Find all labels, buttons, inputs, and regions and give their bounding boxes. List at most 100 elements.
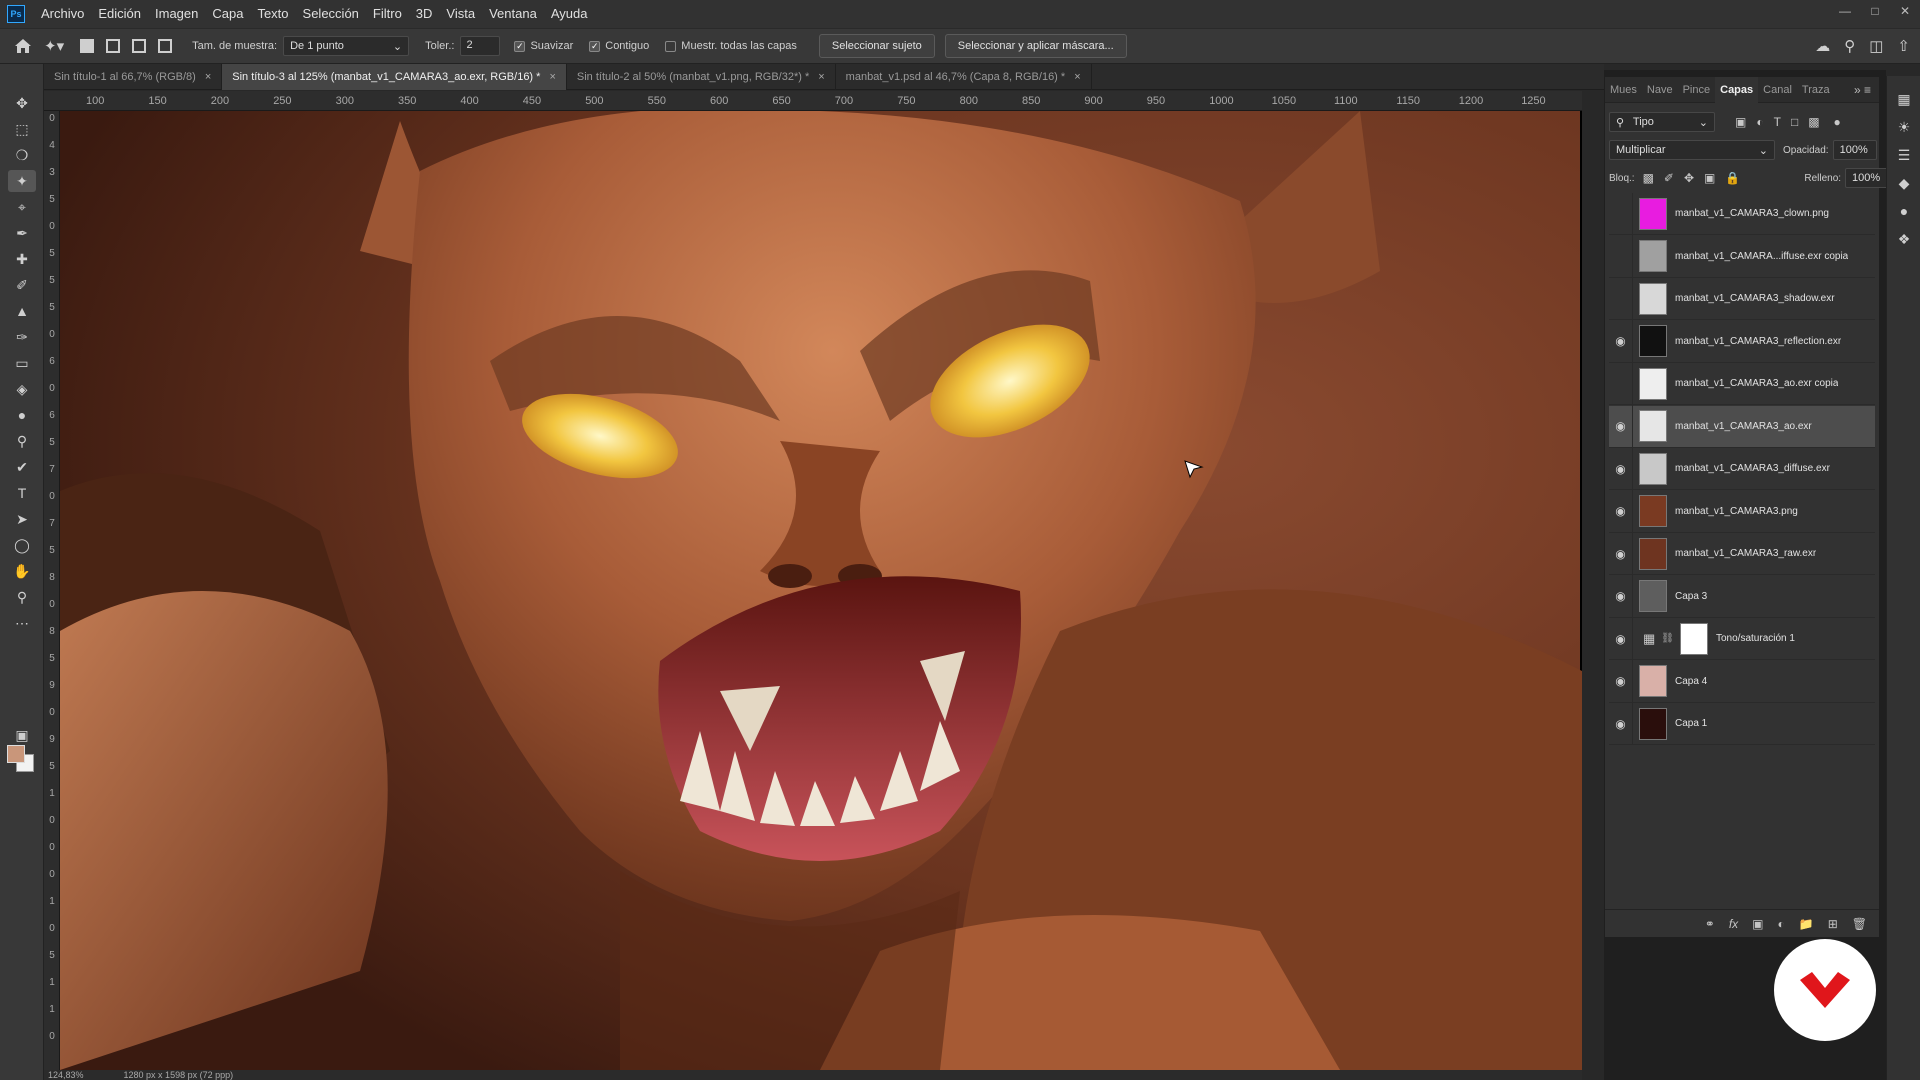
sample-all-layers-checkbox[interactable]: Muestr. todas las capas: [665, 40, 797, 52]
search-icon[interactable]: ⚲: [1844, 37, 1855, 55]
filter-smart-object-icon[interactable]: ▩: [1808, 115, 1819, 129]
dodge-tool-icon[interactable]: ⚲: [8, 430, 36, 452]
layer-name[interactable]: Capa 3: [1675, 591, 1707, 602]
close-tab-icon[interactable]: ×: [818, 71, 824, 83]
eye-icon[interactable]: ◉: [1609, 660, 1633, 702]
paint-bucket-tool-icon[interactable]: ◈: [8, 378, 36, 400]
menu-item[interactable]: Edición: [91, 0, 148, 28]
layer-thumbnail[interactable]: [1639, 495, 1667, 527]
layer-thumbnail[interactable]: [1639, 240, 1667, 272]
layer-name[interactable]: Capa 1: [1675, 718, 1707, 729]
layer-thumbnail[interactable]: [1639, 367, 1667, 400]
libraries-icon[interactable]: ▦: [1895, 90, 1913, 108]
menu-item[interactable]: Ventana: [482, 0, 544, 28]
layer-row[interactable]: ◉ manbat_v1_CAMARA3_reflection.exr: [1609, 320, 1875, 363]
panel-tab[interactable]: Capas: [1715, 76, 1759, 103]
channels-icon[interactable]: ●: [1895, 202, 1913, 220]
layer-row[interactable]: ◉ manbat_v1_CAMARA3_raw.exr: [1609, 532, 1875, 575]
document-tab[interactable]: Sin título-3 al 125% (manbat_v1_CAMARA3_…: [222, 64, 567, 90]
eyedropper-tool-icon[interactable]: ✒: [8, 222, 36, 244]
layer-name[interactable]: manbat_v1_CAMARA3_reflection.exr: [1675, 336, 1841, 347]
eye-icon[interactable]: ◉: [1609, 405, 1633, 447]
layer-name[interactable]: manbat_v1_CAMARA3_ao.exr copia: [1675, 378, 1838, 389]
layer-row[interactable]: manbat_v1_CAMARA...iffuse.exr copia: [1609, 235, 1875, 278]
spot-healing-tool-icon[interactable]: ✚: [8, 248, 36, 270]
layers-icon[interactable]: ◆: [1895, 174, 1913, 192]
filter-type-icon[interactable]: T: [1774, 115, 1781, 129]
foreground-color-swatch[interactable]: [7, 745, 25, 763]
document-canvas[interactable]: [60, 111, 1582, 1070]
intersect-selection-icon[interactable]: [158, 39, 173, 53]
menu-item[interactable]: Vista: [439, 0, 482, 28]
layer-row[interactable]: manbat_v1_CAMARA3_ao.exr copia: [1609, 362, 1875, 405]
tolerance-input[interactable]: 2: [460, 36, 501, 56]
zoom-tool-icon[interactable]: ⚲: [8, 586, 36, 608]
layer-row[interactable]: ◉ Capa 1: [1609, 702, 1875, 745]
panel-menu-icon[interactable]: » ≡: [1854, 83, 1871, 97]
layer-name[interactable]: manbat_v1_CAMARA3_diffuse.exr: [1675, 463, 1830, 474]
layer-row[interactable]: ◉ Capa 3: [1609, 575, 1875, 618]
layer-row[interactable]: ◉ ▦ ⛓ Tono/saturación 1: [1609, 617, 1875, 660]
menu-item[interactable]: Archivo: [34, 0, 91, 28]
delete-layer-icon[interactable]: 🗑: [1852, 917, 1867, 931]
lasso-tool-icon[interactable]: ❍: [8, 144, 36, 166]
panel-tab[interactable]: Mues: [1605, 77, 1642, 103]
eye-icon[interactable]: ◉: [1609, 617, 1633, 660]
menu-item[interactable]: Imagen: [148, 0, 205, 28]
eye-hidden-icon[interactable]: [1609, 192, 1633, 235]
layer-name[interactable]: manbat_v1_CAMARA3_ao.exr: [1675, 421, 1812, 432]
subtract-selection-icon[interactable]: [132, 39, 147, 53]
magic-wand-tool-icon[interactable]: ✦: [8, 170, 36, 192]
hand-tool-icon[interactable]: ✋: [8, 560, 36, 582]
menu-item[interactable]: Texto: [250, 0, 295, 28]
panel-tab[interactable]: Pince: [1678, 77, 1716, 103]
document-tab[interactable]: Sin título-1 al 66,7% (RGB/8) ×: [44, 64, 223, 90]
layer-thumbnail[interactable]: [1639, 580, 1667, 612]
close-tab-icon[interactable]: ×: [205, 71, 211, 83]
eye-icon[interactable]: ◉: [1609, 702, 1633, 745]
maximize-icon[interactable]: □: [1860, 0, 1890, 22]
layer-row[interactable]: manbat_v1_CAMARA3_shadow.exr: [1609, 277, 1875, 320]
lock-artboard-icon[interactable]: ▣: [1704, 171, 1715, 185]
menu-item[interactable]: Selección: [296, 0, 366, 28]
brush-tool-icon[interactable]: ✐: [8, 274, 36, 296]
lock-transparent-icon[interactable]: ▩: [1643, 171, 1654, 185]
layer-row[interactable]: ◉ manbat_v1_CAMARA3.png: [1609, 490, 1875, 533]
layer-thumbnail[interactable]: [1639, 325, 1667, 357]
layer-name[interactable]: Capa 4: [1675, 676, 1707, 687]
share-icon[interactable]: ⇧: [1897, 37, 1910, 55]
lock-position-icon[interactable]: ✥: [1684, 171, 1694, 185]
panel-tab[interactable]: Nave: [1642, 77, 1678, 103]
horizontal-ruler[interactable]: 100 150 200 250 300 350 400 450 500 550 600 650 700 7…: [44, 91, 1582, 111]
history-brush-tool-icon[interactable]: ✑: [8, 326, 36, 348]
filter-shape-icon[interactable]: □: [1791, 115, 1798, 129]
layer-filter-select[interactable]: ⚲ Tipo ⌄: [1609, 112, 1715, 132]
close-tab-icon[interactable]: ×: [549, 71, 555, 83]
antialias-checkbox[interactable]: ✓ Suavizar: [514, 40, 573, 52]
clone-stamp-tool-icon[interactable]: ▲: [8, 300, 36, 322]
quick-mask-icon[interactable]: ▣: [8, 724, 36, 746]
layer-row[interactable]: ◉ Capa 4: [1609, 660, 1875, 703]
lock-all-icon[interactable]: 🔒: [1725, 171, 1740, 185]
menu-item[interactable]: Filtro: [366, 0, 409, 28]
fill-input[interactable]: 100%: [1845, 168, 1890, 188]
layer-style-icon[interactable]: fx: [1729, 917, 1738, 931]
photoshop-logo[interactable]: Ps: [7, 5, 25, 23]
more-tools-icon[interactable]: ⋯: [8, 612, 36, 634]
menu-item[interactable]: Capa: [205, 0, 250, 28]
layer-thumbnail[interactable]: [1680, 622, 1708, 655]
opacity-input[interactable]: 100%: [1832, 140, 1877, 160]
new-adjustment-icon[interactable]: ◐: [1778, 917, 1785, 931]
add-selection-icon[interactable]: [106, 39, 121, 53]
paths-icon[interactable]: ❖: [1895, 230, 1913, 248]
close-tab-icon[interactable]: ×: [1074, 71, 1080, 83]
eye-icon[interactable]: ◉: [1609, 490, 1633, 532]
close-icon[interactable]: ✕: [1890, 0, 1920, 22]
link-layers-icon[interactable]: ⚭: [1705, 917, 1715, 931]
cloud-docs-icon[interactable]: ☁: [1815, 37, 1830, 55]
workspace-icon[interactable]: ◫: [1869, 37, 1883, 55]
eraser-tool-icon[interactable]: ▭: [8, 352, 36, 374]
document-tab[interactable]: manbat_v1.psd al 46,7% (Capa 8, RGB/16) …: [836, 64, 1092, 90]
layer-name[interactable]: manbat_v1_CAMARA3_clown.png: [1675, 208, 1829, 219]
type-tool-icon[interactable]: T: [8, 482, 36, 504]
